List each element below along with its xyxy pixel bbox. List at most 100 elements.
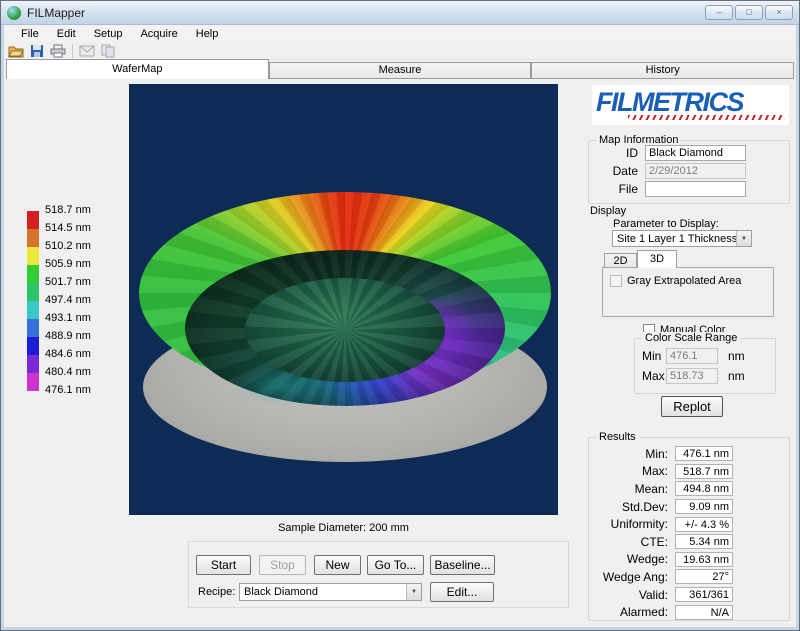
parameter-dropdown[interactable]: Site 1 Layer 1 Thickness ▼ bbox=[612, 230, 752, 247]
start-button[interactable]: Start bbox=[196, 555, 251, 575]
tab-wafermap[interactable]: WaferMap bbox=[6, 59, 269, 79]
copy-icon[interactable] bbox=[99, 43, 117, 59]
color-band bbox=[27, 337, 39, 355]
stop-button: Stop bbox=[259, 555, 306, 575]
results-title: Results bbox=[596, 431, 639, 443]
color-band bbox=[27, 265, 39, 283]
menu-bar: File Edit Setup Acquire Help bbox=[4, 25, 796, 42]
results-group: Results Min: 476.1 nm Max: 518.7 nm Mean… bbox=[588, 437, 790, 621]
window-title: FILMapper bbox=[27, 6, 705, 20]
print-icon[interactable] bbox=[49, 43, 67, 59]
color-scale-range-title: Color Scale Range bbox=[642, 332, 740, 344]
parameter-to-display-label: Parameter to Display: bbox=[613, 218, 719, 230]
color-scale-labels: 518.7 nm 514.5 nm 510.2 nm 505.9 nm 501.… bbox=[45, 205, 93, 396]
color-band bbox=[27, 319, 39, 337]
scale-label: 518.7 nm bbox=[45, 205, 93, 216]
acquisition-controls-group: Start Stop New Go To... Baseline... Reci… bbox=[188, 541, 569, 608]
title-bar: FILMapper – □ × bbox=[1, 1, 799, 25]
id-field[interactable] bbox=[645, 145, 746, 161]
scale-label: 476.1 nm bbox=[45, 385, 93, 396]
chevron-down-icon: ▼ bbox=[406, 584, 421, 600]
toolbar-separator bbox=[72, 44, 73, 58]
result-value: 476.1 nm bbox=[675, 446, 733, 461]
result-value: 19.63 nm bbox=[675, 552, 733, 567]
scale-label: 493.1 nm bbox=[45, 313, 93, 324]
sample-diameter-label: Sample Diameter: 200 mm bbox=[129, 522, 558, 534]
chevron-down-icon: ▼ bbox=[736, 231, 751, 246]
edit-recipe-button[interactable]: Edit... bbox=[430, 582, 494, 602]
result-row-max: Max: 518.7 nm bbox=[589, 463, 733, 481]
filmetrics-logo-hatch bbox=[628, 115, 785, 120]
max-unit-label: nm bbox=[728, 369, 745, 383]
app-body: File Edit Setup Acquire Help bbox=[1, 25, 799, 630]
color-scale-bar bbox=[27, 211, 39, 391]
color-band bbox=[27, 247, 39, 265]
color-scale-range-group: Color Scale Range Min nm Max nm bbox=[634, 338, 776, 394]
result-label: Std.Dev: bbox=[589, 500, 675, 514]
tab-3d[interactable]: 3D bbox=[637, 250, 677, 268]
gray-extrapolated-checkbox[interactable] bbox=[610, 275, 622, 287]
parameter-dropdown-value: Site 1 Layer 1 Thickness bbox=[613, 233, 736, 245]
replot-button[interactable]: Replot bbox=[661, 396, 723, 417]
tab-measure[interactable]: Measure bbox=[269, 62, 532, 79]
color-band bbox=[27, 301, 39, 319]
result-label: Max: bbox=[589, 464, 675, 478]
wafer-map-3d-view[interactable] bbox=[129, 84, 558, 515]
scale-label: 488.9 nm bbox=[45, 331, 93, 342]
menu-help[interactable]: Help bbox=[187, 27, 228, 41]
baseline-button[interactable]: Baseline... bbox=[430, 555, 495, 575]
wafer-center-dome bbox=[245, 278, 445, 382]
goto-button[interactable]: Go To... bbox=[367, 555, 424, 575]
result-value: 361/361 bbox=[675, 587, 733, 602]
maximize-button[interactable]: □ bbox=[735, 5, 763, 20]
scale-label: 505.9 nm bbox=[45, 259, 93, 270]
menu-setup[interactable]: Setup bbox=[85, 27, 132, 41]
close-button[interactable]: × bbox=[765, 5, 793, 20]
result-row-alarmed: Alarmed: N/A bbox=[589, 603, 733, 621]
color-band bbox=[27, 229, 39, 247]
color-band bbox=[27, 211, 39, 229]
result-value: N/A bbox=[675, 605, 733, 620]
min-label: Min bbox=[642, 349, 666, 363]
tab-history[interactable]: History bbox=[531, 62, 794, 79]
results-rows: Min: 476.1 nm Max: 518.7 nm Mean: 494.8 … bbox=[589, 445, 733, 621]
color-band bbox=[27, 283, 39, 301]
color-band bbox=[27, 355, 39, 373]
menu-acquire[interactable]: Acquire bbox=[131, 27, 186, 41]
minimize-button[interactable]: – bbox=[705, 5, 733, 20]
result-label: Mean: bbox=[589, 482, 675, 496]
toolbar bbox=[4, 42, 796, 60]
scale-label: 501.7 nm bbox=[45, 277, 93, 288]
result-row-valid: Valid: 361/361 bbox=[589, 586, 733, 604]
tab-2d[interactable]: 2D bbox=[604, 253, 637, 268]
id-label: ID bbox=[589, 146, 645, 160]
result-value: 494.8 nm bbox=[675, 481, 733, 496]
menu-edit[interactable]: Edit bbox=[48, 27, 85, 41]
display-section-title: Display bbox=[590, 205, 626, 217]
3d-options-panel: Gray Extrapolated Area bbox=[602, 267, 774, 317]
gray-extrapolated-label: Gray Extrapolated Area bbox=[627, 275, 741, 287]
recipe-dropdown[interactable]: Black Diamond ▼ bbox=[239, 583, 422, 601]
result-row-mean: Mean: 494.8 nm bbox=[589, 480, 733, 498]
result-row-wedge: Wedge: 19.63 nm bbox=[589, 551, 733, 569]
result-value: 518.7 nm bbox=[675, 464, 733, 479]
recipe-dropdown-value: Black Diamond bbox=[240, 586, 406, 598]
mail-icon[interactable] bbox=[78, 43, 96, 59]
result-row-cte: CTE: 5.34 nm bbox=[589, 533, 733, 551]
open-icon[interactable] bbox=[7, 43, 25, 59]
file-field[interactable] bbox=[645, 181, 746, 197]
scale-label: 497.4 nm bbox=[45, 295, 93, 306]
result-label: Alarmed: bbox=[589, 605, 675, 619]
new-button[interactable]: New bbox=[314, 555, 361, 575]
result-label: CTE: bbox=[589, 535, 675, 549]
map-information-group: Map Information ID Date File bbox=[588, 140, 790, 204]
app-window: FILMapper – □ × File Edit Setup Acquire … bbox=[0, 0, 800, 631]
save-icon[interactable] bbox=[28, 43, 46, 59]
min-field bbox=[666, 348, 718, 364]
menu-file[interactable]: File bbox=[12, 27, 48, 41]
scale-label: 514.5 nm bbox=[45, 223, 93, 234]
file-label: File bbox=[589, 182, 645, 196]
result-label: Wedge Ang: bbox=[589, 570, 675, 584]
result-label: Uniformity: bbox=[589, 517, 675, 531]
result-value: 27° bbox=[675, 569, 733, 584]
